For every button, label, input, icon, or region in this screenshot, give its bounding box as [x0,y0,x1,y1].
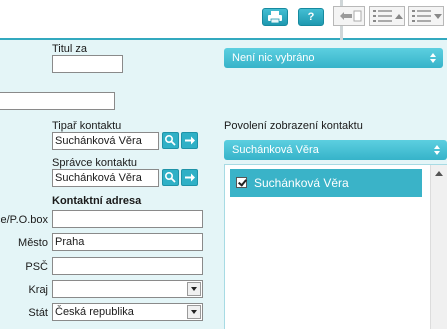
magnifier-icon [164,134,176,146]
tipar-label: Tipař kontaktu [52,120,122,132]
top-dropdown[interactable]: Není nic vybráno [224,48,443,68]
visibility-listbox: Suchánková Věra [224,164,447,329]
scroll-up-icon[interactable] [435,171,443,176]
undo-icon[interactable] [333,6,365,26]
arrow-right-icon [185,136,195,145]
stat-select-value: Česká republika [55,306,134,318]
updown-arrows-icon [434,145,440,155]
ulice-label: Ulice/P.O.box [0,214,48,226]
visibility-dropdown-value: Suchánková Věra [232,144,319,156]
chevron-down-icon [187,305,201,319]
question-icon: ? [307,11,315,23]
top-dropdown-value: Není nic vybráno [232,52,315,64]
address-heading: Kontaktní adresa [52,195,142,207]
mesto-input[interactable]: Praha [52,233,203,251]
listbox-scrollbar[interactable] [430,165,447,329]
list-item-label: Suchánková Věra [254,176,349,190]
psc-label: PSČ [25,261,48,273]
list-item[interactable]: Suchánková Věra [230,169,422,197]
list-down-icon[interactable] [408,6,444,26]
magnifier-icon [164,171,176,183]
mesto-label: Město [18,237,48,249]
list-up-icon[interactable] [369,6,405,26]
unnamed-input[interactable] [0,92,115,110]
titul-za-label: Titul za [52,43,88,55]
toolbar-divider [0,38,447,40]
psc-input[interactable] [52,257,203,275]
print-button[interactable] [262,8,288,26]
spravce-go-button[interactable] [181,169,198,186]
updown-arrows-icon [430,53,436,63]
tipar-search-button[interactable] [162,132,179,149]
chevron-down-icon [187,282,201,296]
kraj-label: Kraj [28,284,48,296]
titul-za-input[interactable] [52,55,123,73]
spravce-label: Správce kontaktu [52,157,137,169]
arrow-right-icon [185,173,195,182]
spravce-input[interactable]: Suchánková Věra [52,169,159,187]
printer-icon [268,11,282,24]
visibility-label: Povolení zobrazení kontaktu [224,120,363,132]
stat-label: Stát [28,307,48,319]
ulice-input[interactable] [52,210,203,228]
tipar-go-button[interactable] [181,132,198,149]
kraj-select[interactable] [52,280,203,298]
visibility-dropdown[interactable]: Suchánková Věra [224,140,447,160]
spravce-search-button[interactable] [162,169,179,186]
tipar-input[interactable]: Suchánková Věra [52,132,159,150]
help-button[interactable]: ? [298,8,324,26]
stat-select[interactable]: Česká republika [52,303,203,321]
checkbox[interactable] [236,177,247,188]
